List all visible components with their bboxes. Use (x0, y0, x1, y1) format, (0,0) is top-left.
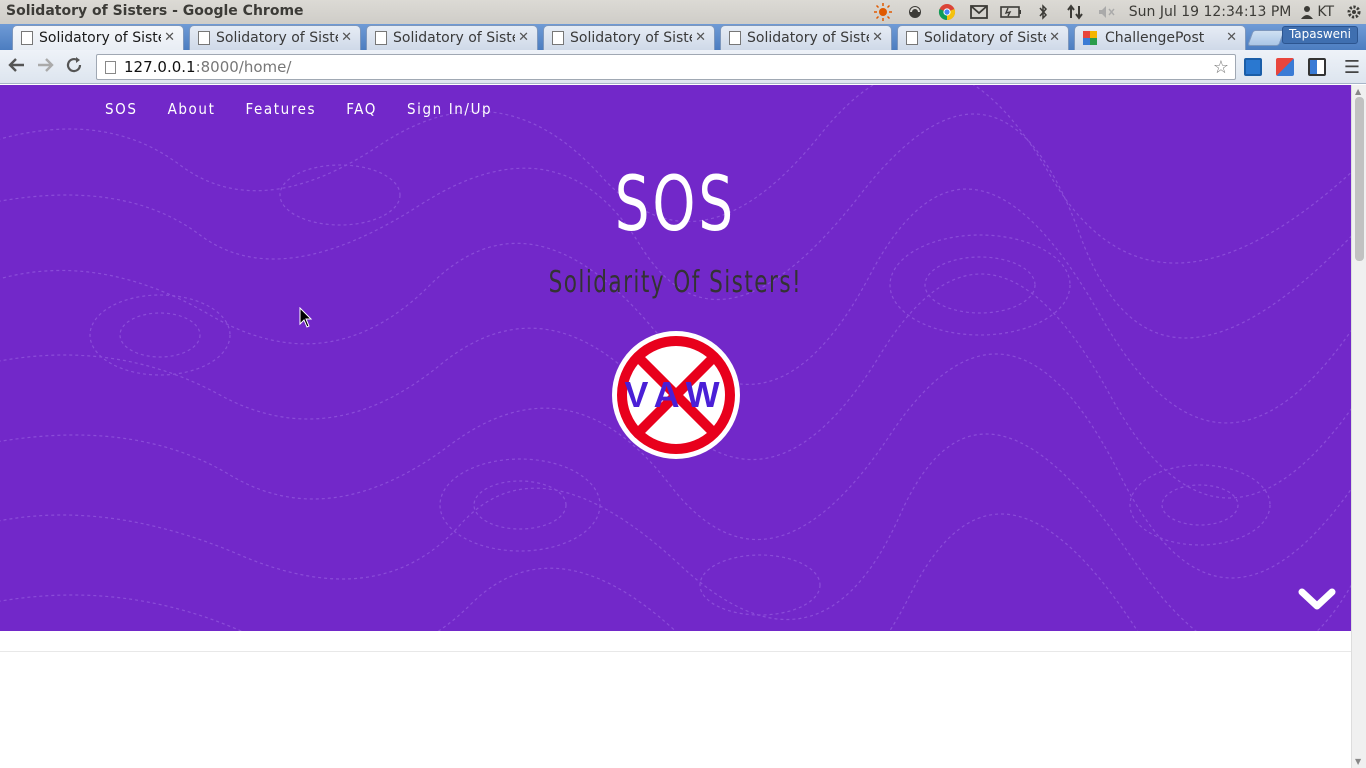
bluetooth-icon[interactable] (1027, 0, 1059, 24)
sync-icon[interactable] (899, 0, 931, 24)
tab-6[interactable]: Solidatory of Sisters ✕ (897, 25, 1069, 50)
nav-link-about[interactable]: About (168, 100, 216, 118)
section-divider (0, 651, 1351, 652)
tab-label: Solidatory of Sisters (924, 30, 1046, 46)
forward-arrow-icon[interactable] (34, 56, 56, 78)
tab-5[interactable]: Solidatory of Sisters ✕ (720, 25, 892, 50)
hero-section: SOS About Features FAQ Sign In/Up SOS So… (0, 85, 1351, 631)
volume-muted-icon[interactable] (1091, 0, 1123, 24)
mouse-cursor-icon (299, 307, 313, 328)
page-viewport: SOS About Features FAQ Sign In/Up SOS So… (0, 85, 1351, 768)
url-host: 127.0.0.1 (124, 58, 196, 76)
tab-label: Solidatory of Sisters (570, 30, 692, 46)
close-icon[interactable]: ✕ (518, 30, 529, 45)
address-bar[interactable]: 127.0.0.1:8000/home/ ☆ (96, 54, 1236, 80)
challengepost-icon (1083, 31, 1099, 45)
hero-subtitle: Solidarity Of Sisters! (548, 265, 803, 300)
close-icon[interactable]: ✕ (872, 30, 883, 45)
battery-icon[interactable] (995, 0, 1027, 24)
user-menu[interactable]: KT (1301, 4, 1342, 20)
os-title-bar: Solidatory of Sisters - Google Chrome Su… (0, 0, 1366, 24)
tab-strip: Solidatory of Sisters ✕ Solidatory of Si… (0, 24, 1366, 50)
weather-icon[interactable] (867, 0, 899, 24)
extension-icon[interactable] (1244, 58, 1262, 76)
profile-button[interactable]: Tapasweni (1281, 26, 1358, 44)
page-icon (21, 31, 33, 45)
tab-label: Solidatory of Sisters (39, 30, 161, 46)
tab-4[interactable]: Solidatory of Sisters ✕ (543, 25, 715, 50)
network-icon[interactable] (1059, 0, 1091, 24)
hero-title: SOS (614, 159, 736, 248)
nav-link-sos[interactable]: SOS (105, 100, 138, 118)
back-arrow-icon[interactable] (6, 56, 28, 78)
nav-link-features[interactable]: Features (245, 100, 316, 118)
chevron-down-icon[interactable] (1297, 585, 1337, 615)
menu-icon[interactable]: ☰ (1344, 57, 1360, 78)
logo-text: VAW (624, 374, 727, 415)
scroll-down-arrow-icon[interactable]: ▼ (1355, 757, 1361, 766)
url-path: :8000/home/ (195, 58, 292, 76)
tab-label: Solidatory of Sisters (393, 30, 515, 46)
tab-7[interactable]: ChallengePost ✕ (1074, 25, 1246, 50)
bookmark-star-icon[interactable]: ☆ (1213, 57, 1229, 78)
system-tray: Sun Jul 19 12:34:13 PM KT (867, 0, 1366, 24)
page-icon (552, 31, 564, 45)
page-scrollbar[interactable]: ▲ ▼ (1351, 85, 1366, 768)
reload-icon[interactable] (63, 56, 85, 78)
scroll-up-arrow-icon[interactable]: ▲ (1355, 87, 1361, 96)
user-name: KT (1317, 4, 1334, 20)
tab-label: Solidatory of Sisters (747, 30, 869, 46)
window-title: Solidatory of Sisters - Google Chrome (6, 3, 304, 19)
extension-icon[interactable] (1276, 58, 1294, 76)
nav-link-faq[interactable]: FAQ (346, 100, 377, 118)
vaw-logo: VAW (611, 330, 741, 460)
nav-link-sign-in-up[interactable]: Sign In/Up (407, 100, 492, 118)
site-nav: SOS About Features FAQ Sign In/Up (105, 100, 492, 118)
browser-toolbar: 127.0.0.1:8000/home/ ☆ ☰ (0, 50, 1366, 84)
page-icon (105, 60, 116, 74)
page-icon (198, 31, 210, 45)
settings-gear-icon[interactable] (1342, 0, 1366, 24)
user-icon (1301, 6, 1314, 19)
tab-3[interactable]: Solidatory of Sisters ✕ (366, 25, 538, 50)
new-tab-button[interactable] (1247, 30, 1285, 46)
clock[interactable]: Sun Jul 19 12:34:13 PM (1123, 4, 1302, 20)
tab-label: Solidatory of Sisters (216, 30, 338, 46)
page-icon (729, 31, 741, 45)
tab-1[interactable]: Solidatory of Sisters ✕ (12, 25, 184, 50)
page-icon (375, 31, 387, 45)
scroll-thumb[interactable] (1355, 97, 1364, 261)
tab-2[interactable]: Solidatory of Sisters ✕ (189, 25, 361, 50)
page-icon (906, 31, 918, 45)
tab-label: ChallengePost (1105, 30, 1205, 46)
close-icon[interactable]: ✕ (164, 30, 175, 45)
close-icon[interactable]: ✕ (695, 30, 706, 45)
chrome-icon[interactable] (931, 0, 963, 24)
close-icon[interactable]: ✕ (1049, 30, 1060, 45)
close-icon[interactable]: ✕ (341, 30, 352, 45)
close-icon[interactable]: ✕ (1226, 30, 1237, 45)
mail-icon[interactable] (963, 0, 995, 24)
extension-icon[interactable] (1308, 58, 1326, 76)
